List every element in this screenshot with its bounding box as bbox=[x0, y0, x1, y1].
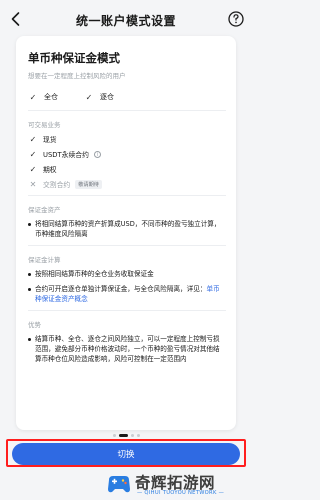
list-item: 将相同结算币种的资产折算成USD，不同币种的盈亏独立计算，币种维度风险隔离 bbox=[28, 219, 226, 239]
page-dot bbox=[112, 434, 116, 437]
close-icon: ✕ bbox=[29, 179, 37, 189]
item-label: 期权 bbox=[43, 166, 57, 174]
divider bbox=[28, 195, 226, 196]
mode-label: 全仓 bbox=[44, 93, 58, 101]
page-title: 统一账户模式设置 bbox=[75, 13, 176, 28]
bullet-dot bbox=[28, 287, 31, 291]
switch-button[interactable]: 切换 bbox=[12, 443, 240, 465]
watermark: 奇辉拓游网 — QIHUI TUOYOU NETWORK — bbox=[104, 470, 252, 500]
list-item: ✕ 交割合约 敬请期待 bbox=[28, 179, 226, 189]
margin-assets-label: 保证金资产 bbox=[28, 206, 61, 214]
back-chevron-icon[interactable] bbox=[6, 9, 26, 29]
list-item: ✓ USDT永续合约 i bbox=[28, 149, 226, 159]
game-controller-logo-icon bbox=[108, 476, 130, 493]
check-icon: ✓ bbox=[29, 164, 37, 174]
mode-list: ✓ 全仓 ✓ 逐仓 bbox=[28, 92, 226, 102]
bullet-text: 结算币种、全仓、逐仓之间风险独立，可以一定程度上控制亏损范围，避免部分币种价格波… bbox=[35, 335, 220, 363]
mode-label: 逐仓 bbox=[100, 93, 114, 101]
divider bbox=[28, 245, 226, 246]
list-item: 按照相同结算币种的全仓业务收取保证金 bbox=[28, 269, 226, 279]
check-icon: ✓ bbox=[85, 92, 93, 102]
mode-title: 单币种保证金模式 bbox=[28, 51, 120, 65]
list-item: ✓ 现货 bbox=[28, 134, 226, 145]
bullet-dot bbox=[28, 272, 31, 276]
mode-cross: ✓ 全仓 bbox=[28, 92, 58, 102]
divider bbox=[28, 310, 226, 311]
item-label: 现货 bbox=[43, 136, 57, 144]
page-indicator bbox=[0, 434, 252, 437]
page-dot-active bbox=[118, 434, 128, 437]
list-item: 结算币种、全仓、逐仓之间风险独立，可以一定程度上控制亏损范围，避免部分币种价格波… bbox=[28, 334, 226, 364]
margin-calc-label: 保证金计算 bbox=[28, 256, 61, 264]
bullet-dot bbox=[28, 222, 31, 226]
page-dot bbox=[130, 434, 134, 437]
item-label: 交割合约 bbox=[43, 181, 71, 189]
bullet-text: 将相同结算币种的资产折算成USD，不同币种的盈亏独立计算，币种维度风险隔离 bbox=[35, 220, 221, 238]
bullet-text: 合约可开启逐仓单独计算保证金，与全仓风险隔离，详见：单币种保证金资产概念 bbox=[35, 285, 220, 303]
bullet-dot bbox=[28, 337, 31, 341]
watermark-subtext: — QIHUI TUOYOU NETWORK — bbox=[137, 490, 225, 496]
mode-isolated: ✓ 逐仓 bbox=[84, 92, 114, 102]
tradable-label: 可交易业务 bbox=[28, 121, 61, 129]
info-icon[interactable]: i bbox=[93, 150, 101, 158]
list-item: ✓ 期权 bbox=[28, 164, 226, 175]
list-item: 合约可开启逐仓单独计算保证金，与全仓风险隔离，详见：单币种保证金资产概念 bbox=[28, 284, 226, 304]
mode-card: 单币种保证金模式 想要在一定程度上控制风险的用户 ✓ 全仓 ✓ 逐仓 可交易业务… bbox=[16, 36, 236, 430]
item-label: USDT永续合约 bbox=[43, 151, 89, 159]
header: 统一账户模式设置 bbox=[0, 0, 252, 40]
page-dot bbox=[136, 434, 140, 437]
check-icon: ✓ bbox=[29, 134, 37, 144]
bullet-text: 按照相同结算币种的全仓业务收取保证金 bbox=[35, 270, 154, 278]
help-circle-icon[interactable] bbox=[226, 9, 246, 29]
divider bbox=[28, 110, 226, 111]
check-icon: ✓ bbox=[29, 92, 37, 102]
advantages-label: 优势 bbox=[28, 321, 41, 329]
mode-subtitle: 想要在一定程度上控制风险的用户 bbox=[28, 72, 126, 80]
status-badge: 敬请期待 bbox=[75, 179, 102, 189]
check-icon: ✓ bbox=[29, 149, 37, 159]
